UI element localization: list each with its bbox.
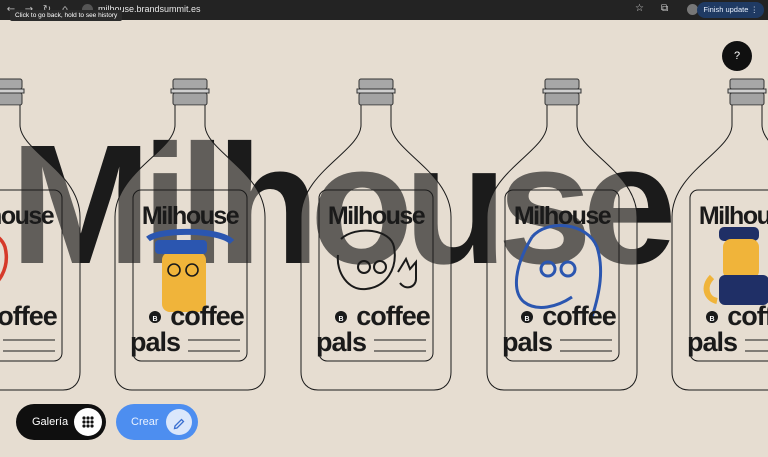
label-line1: coffee <box>0 301 58 331</box>
bottle-gallery: Milhouse coffee Milhouse coffee pals B M… <box>0 78 768 391</box>
label-badge: B <box>524 316 529 323</box>
label-line2: pals <box>130 327 180 357</box>
label-badge: B <box>338 316 343 323</box>
label-brand: Milhouse <box>699 202 768 230</box>
gallery-button[interactable]: Galería <box>16 404 106 440</box>
gallery-label: Galería <box>32 416 69 428</box>
label-line2: pals <box>502 327 552 357</box>
create-button[interactable]: Crear <box>116 404 198 440</box>
label-brand: Milhouse <box>142 202 240 230</box>
label-line2: pals <box>316 327 366 357</box>
label-line1: coffee <box>170 301 245 331</box>
label-line1: coffee <box>356 301 431 331</box>
label-brand: Milhouse <box>0 202 55 230</box>
label-brand: Milhouse <box>514 202 612 230</box>
pencil-icon <box>166 409 192 435</box>
help-button[interactable]: ? <box>722 41 752 71</box>
grid-icon <box>74 408 102 436</box>
label-line2: pals <box>687 327 737 357</box>
label-badge: B <box>152 316 157 323</box>
create-label: Crear <box>131 416 159 428</box>
bottle-1 <box>0 78 81 391</box>
label-badge: B <box>709 316 714 323</box>
label-line1: coffee <box>542 301 617 331</box>
label-brand: Milhouse <box>328 202 426 230</box>
